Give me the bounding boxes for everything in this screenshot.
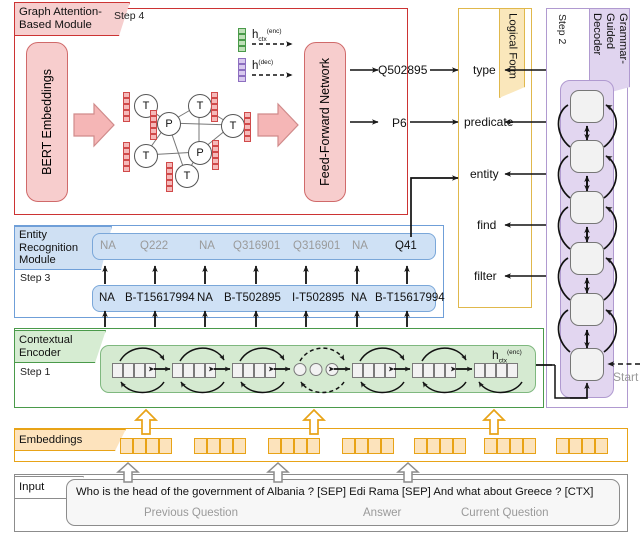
connector-arrows xyxy=(102,41,640,483)
architecture-diagram: Graph Attention- Based Module Step 4 BER… xyxy=(0,0,640,550)
